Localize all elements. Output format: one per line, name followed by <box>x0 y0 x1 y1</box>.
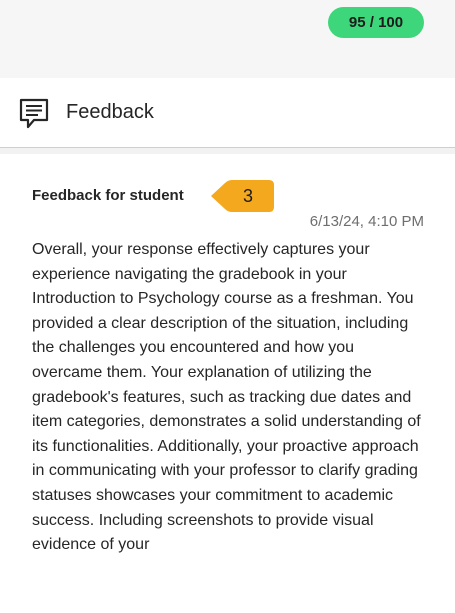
feedback-comment-icon <box>19 98 49 129</box>
feedback-panel-header: Feedback <box>0 78 455 148</box>
grade-bar: 95 / 100 <box>0 0 455 78</box>
grade-badge[interactable]: 95 / 100 <box>328 7 424 38</box>
divider <box>0 148 455 154</box>
feedback-panel-title: Feedback <box>66 101 154 123</box>
feedback-body-text: Overall, your response effectively captu… <box>32 241 421 554</box>
feedback-timestamp: 6/13/24, 4:10 PM <box>309 213 424 230</box>
feedback-content: Feedback for student 3 6/13/24, 4:10 PM … <box>0 148 455 613</box>
feedback-for-student-label: Feedback for student <box>32 187 184 204</box>
feedback-panel: Feedback Feedback for student 3 6/13/24,… <box>0 78 455 613</box>
callout-number: 3 <box>242 186 253 206</box>
